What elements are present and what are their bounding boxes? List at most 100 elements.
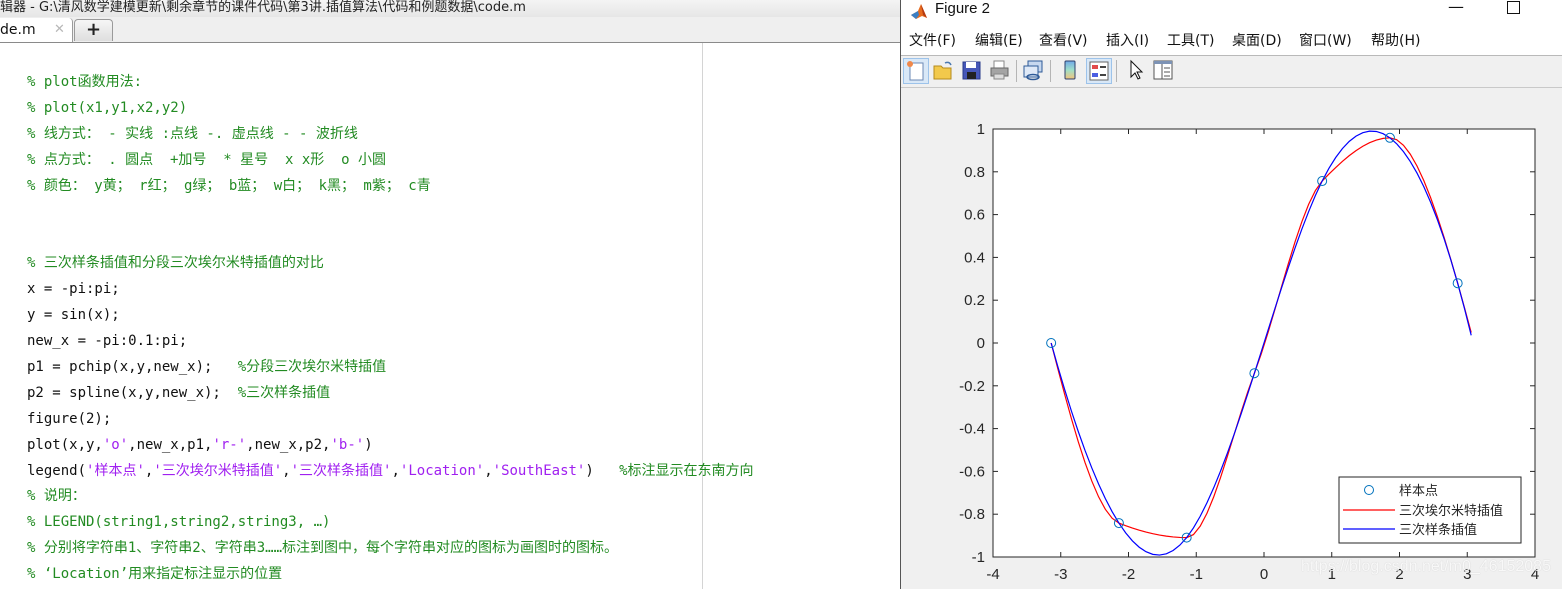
code-comment: % plot(x1,y1,x2,y2) — [27, 99, 188, 116]
code-line[interactable]: % 线方式： - 实线 :点线 -. 虚点线 - - 波折线 — [27, 123, 358, 145]
legend-button[interactable] — [1086, 58, 1112, 84]
menu-file[interactable]: 文件(F) — [909, 32, 956, 50]
watermark: https://blog.csdn.net/m0_46152085 — [1301, 558, 1551, 575]
print-button[interactable] — [987, 58, 1013, 84]
code-comment: %标注显示在东南方向 — [619, 462, 754, 479]
code-text: , — [282, 462, 291, 479]
code-text: , — [391, 462, 400, 479]
code-line[interactable]: % 分别将字符串1、字符串2、字符串3……标注到图中，每个字符串对应的图标为画图… — [27, 537, 618, 559]
code-comment: % LEGEND(string1,string2,string3, …) — [27, 514, 331, 531]
code-line[interactable]: % 颜色： y黄； r红； g绿； b蓝； w白； k黑； m紫； c青 — [27, 175, 431, 197]
menu-window[interactable]: 窗口(W) — [1299, 32, 1352, 50]
menu-desktop[interactable]: 桌面(D) — [1232, 32, 1282, 50]
save-icon — [962, 61, 981, 80]
code-string: 'b-' — [330, 436, 365, 453]
code-line[interactable]: % 点方式： . 圆点 +加号 * 星号 x x形 o 小圆 — [27, 149, 386, 171]
property-editor-button[interactable] — [1151, 58, 1177, 84]
code-line[interactable]: plot(x,y,'o',new_x,p1,'r-',new_x,p2,'b-'… — [27, 434, 373, 456]
y-tick-label: 0.4 — [964, 249, 985, 266]
code-line[interactable]: % plot函数用法: — [27, 71, 142, 93]
code-text: p1 = pchip(x,y,new_x); — [27, 358, 238, 375]
right-margin-guide — [702, 43, 703, 589]
tab-code-m[interactable]: de.m ✕ — [0, 18, 73, 42]
figure-title-bar: Figure 2 — — [901, 0, 1562, 25]
code-text: ,new_x,p2, — [246, 436, 331, 453]
x-tick-label: 0 — [1260, 566, 1268, 583]
open-file-icon — [933, 61, 952, 80]
new-figure-icon — [907, 61, 924, 81]
code-line[interactable]: % 三次样条插值和分段三次埃尔米特插值的对比 — [27, 252, 324, 274]
x-tick-label: -3 — [1054, 566, 1067, 583]
y-tick-label: 0.2 — [964, 292, 985, 309]
code-text: x = -pi:pi; — [27, 281, 120, 298]
legend: 样本点三次埃尔米特插值三次样条插值 — [1338, 476, 1522, 544]
menu-view[interactable]: 查看(V) — [1039, 32, 1088, 50]
y-tick-label: -0.8 — [959, 506, 985, 523]
code-string: '三次埃尔米特插值' — [153, 462, 283, 479]
code-comment: %分段三次埃尔米特插值 — [237, 358, 387, 375]
code-text: ,new_x,p1, — [128, 436, 213, 453]
figure-window: Figure 2 — 文件(F) 编辑(E) 查看(V) 插入(I) 工具(T)… — [900, 0, 1562, 589]
code-text: figure(2); — [27, 410, 112, 427]
code-comment: % 分别将字符串1、字符串2、字符串3……标注到图中，每个字符串对应的图标为画图… — [27, 540, 618, 557]
save-button[interactable] — [959, 58, 985, 84]
maximize-button[interactable] — [1507, 1, 1520, 14]
code-line[interactable]: % 说明： — [27, 485, 86, 507]
code-text: p2 = spline(x,y,new_x); — [27, 384, 238, 401]
code-editor: 辑器 - G:\清风数学建模更新\剩余章节的课件代码\第3讲.插值算法\代码和例… — [0, 0, 900, 589]
code-line[interactable]: figure(2); — [27, 408, 111, 430]
matlab-logo-icon — [911, 4, 927, 19]
code-comment: %三次样条插值 — [237, 384, 331, 401]
y-tick-label: 1 — [977, 121, 985, 138]
new-figure-button[interactable] — [903, 58, 929, 84]
code-line[interactable]: % plot(x1,y1,x2,y2) — [27, 97, 187, 119]
new-tab-button[interactable]: + — [74, 19, 113, 41]
code-string: 'Location' — [399, 462, 485, 479]
code-string: 'r-' — [212, 436, 247, 453]
code-text: ) — [364, 436, 373, 453]
y-tick-label: -1 — [972, 549, 985, 566]
code-line[interactable]: % ‘Location’用来指定标注显示的位置 — [27, 563, 282, 585]
menu-edit[interactable]: 编辑(E) — [975, 32, 1023, 50]
code-line[interactable]: legend('样本点','三次埃尔米特插值','三次样条插值','Locati… — [27, 460, 754, 482]
x-tick-label: -2 — [1122, 566, 1135, 583]
code-line[interactable]: p2 = spline(x,y,new_x); %三次样条插值 — [27, 382, 330, 404]
close-tab-icon[interactable]: ✕ — [54, 18, 65, 42]
menu-insert[interactable]: 插入(I) — [1106, 32, 1149, 50]
code-comment: % 说明： — [27, 488, 86, 505]
menu-tools[interactable]: 工具(T) — [1167, 32, 1214, 50]
menu-help[interactable]: 帮助(H) — [1371, 32, 1420, 50]
y-tick-label: 0 — [977, 335, 985, 352]
link-plot-button[interactable] — [1021, 58, 1047, 84]
code-text: legend( — [27, 462, 87, 479]
y-tick-label: -0.2 — [959, 378, 985, 395]
code-comment: % 颜色： y黄； r红； g绿； b蓝； w白； k黑； m紫； c青 — [27, 177, 431, 194]
link-plot-icon — [1023, 60, 1043, 81]
code-text: ) — [585, 462, 620, 479]
code-line[interactable]: p1 = pchip(x,y,new_x); %分段三次埃尔米特插值 — [27, 356, 386, 378]
plot-canvas[interactable]: -4 -3 -2 -1 0 1 2 3 4-1-0.8-0.6-0.4-0.200.20.40.… — [901, 88, 1562, 589]
print-icon — [990, 60, 1009, 80]
code-text: , — [484, 462, 493, 479]
code-text: plot(x,y, — [27, 436, 103, 453]
colorbar-button[interactable] — [1058, 58, 1084, 84]
code-line[interactable]: new_x = -pi:0.1:pi; — [27, 330, 187, 352]
code-string: 'o' — [102, 436, 129, 453]
pointer-icon — [1130, 59, 1144, 80]
code-comment: % 线方式： - 实线 :点线 -. 虚点线 - - 波折线 — [27, 125, 358, 142]
pointer-button[interactable] — [1123, 58, 1149, 84]
code-line[interactable]: % LEGEND(string1,string2,string3, …) — [27, 511, 330, 533]
x-tick-label: -1 — [1190, 566, 1203, 583]
y-tick-label: 0.8 — [964, 164, 985, 181]
code-line[interactable]: y = sin(x); — [27, 304, 120, 326]
open-file-button[interactable] — [931, 58, 957, 84]
figure-menu-bar: 文件(F) 编辑(E) 查看(V) 插入(I) 工具(T) 桌面(D) 窗口(W… — [901, 25, 1562, 56]
code-line[interactable]: x = -pi:pi; — [27, 278, 120, 300]
y-tick-label: 0.6 — [964, 207, 985, 224]
minimize-button[interactable]: — — [1446, 0, 1466, 18]
toolbar-separator — [1050, 60, 1051, 82]
legend-label: 三次样条插值 — [1399, 522, 1477, 538]
code-comment: % plot函数用法: — [27, 74, 143, 90]
code-string: 'SouthEast' — [492, 462, 586, 479]
figure-title: Figure 2 — [935, 0, 991, 17]
